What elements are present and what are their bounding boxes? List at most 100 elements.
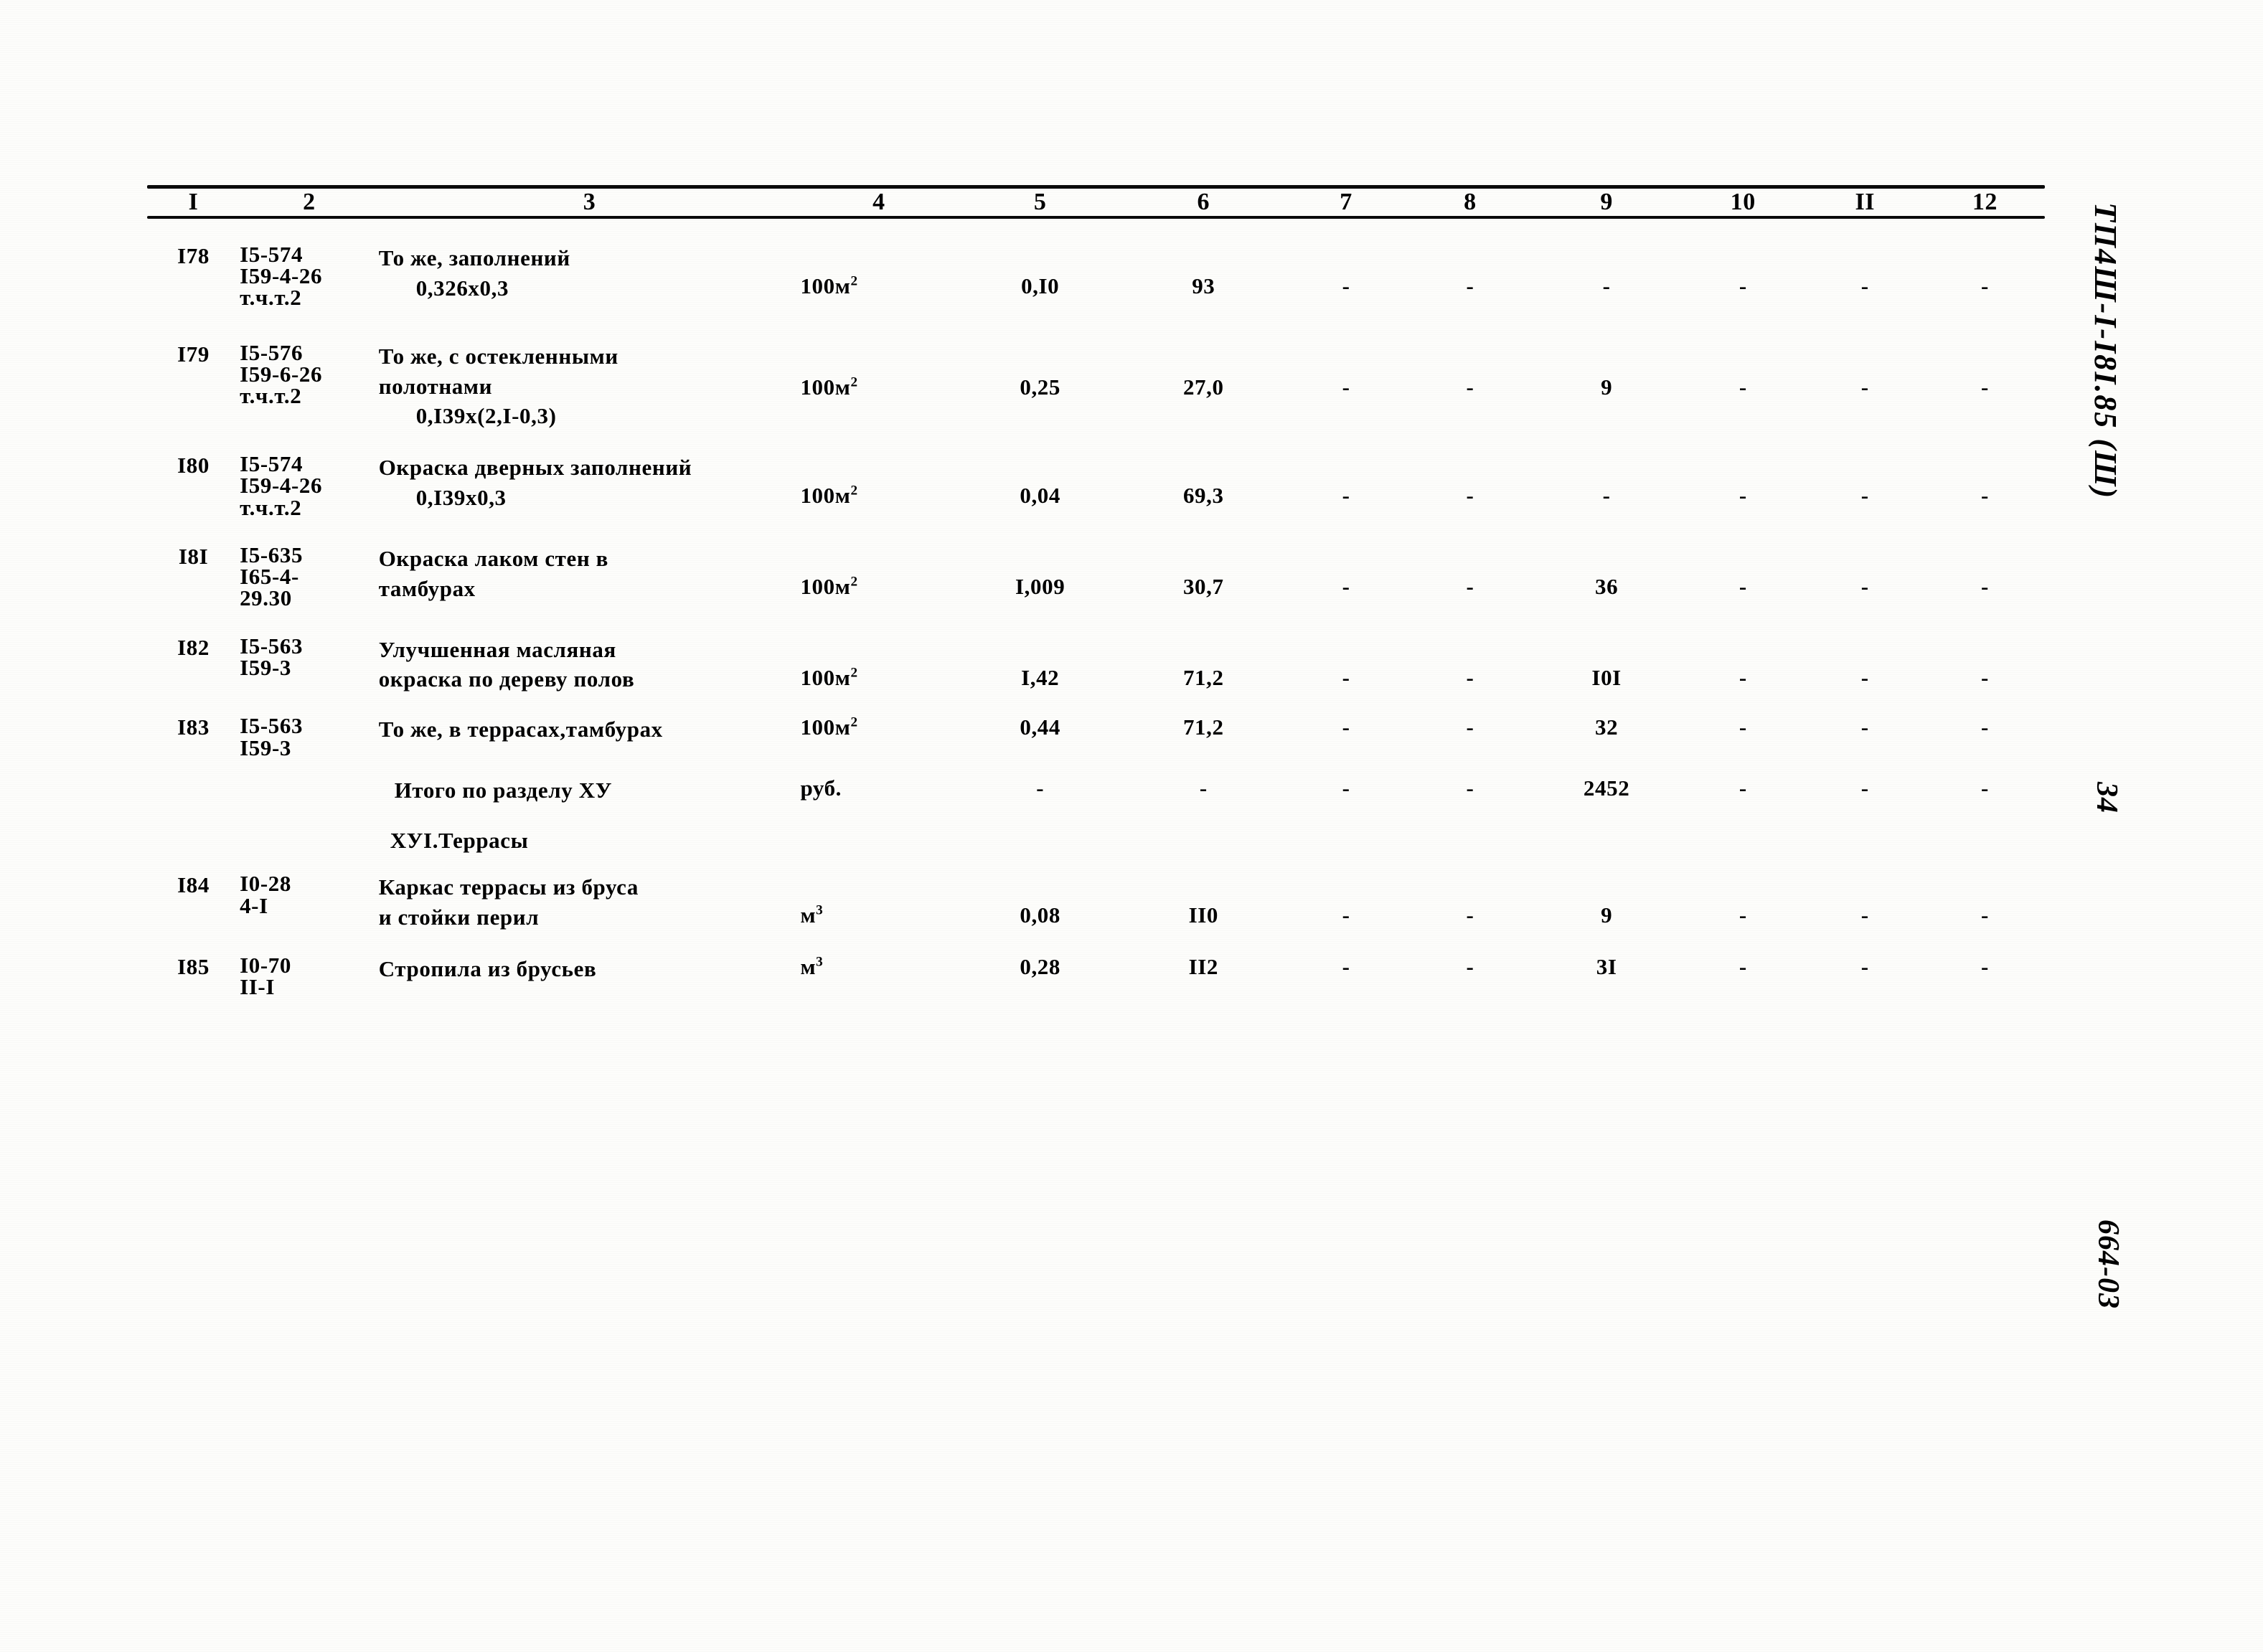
column-header-11: II <box>1855 189 1876 215</box>
description-line: Окраска лаком стен в <box>378 545 609 571</box>
description-line: и стойки перил <box>378 905 540 930</box>
cell-col-8: - <box>1466 954 1474 980</box>
unit-text: 100м <box>800 483 851 509</box>
estimate-table-body: I78 I5-574 I59-4-26 т.ч.т.2 То же, заполнени… <box>147 219 2045 1001</box>
sheet-code-vertical: 664-03 <box>2092 1219 2125 1309</box>
description-line: То же, заполнений <box>378 245 570 270</box>
cell-norm-code: I5-635 I65-4- 29.30 <box>240 543 379 613</box>
table-row: I85 I0-70 II-I Стропила из брусьев м3 0,28 II2… <box>147 953 2045 1000</box>
norm-code-line: 29.30 <box>240 585 292 611</box>
cell-col-11: - <box>1860 714 1869 740</box>
cell-norm-code: I5-574 I59-4-26 т.ч.т.2 <box>240 452 379 522</box>
cell-col-7: - <box>1342 483 1350 509</box>
cell-col-5: 0,I0 <box>1021 273 1060 298</box>
cell-col-12: - <box>1980 664 1989 690</box>
cell-section-heading: ХУI.Террасы <box>379 826 801 856</box>
cell-col-7: - <box>1342 273 1350 298</box>
cell-position-number <box>147 826 240 856</box>
cell-col-10: - <box>1739 714 1747 740</box>
page-number-vertical: 34 <box>2090 782 2123 813</box>
cell-col-6: II0 <box>1188 902 1218 928</box>
cell-col-8: - <box>1466 483 1474 509</box>
cell-col-10: - <box>1739 483 1747 509</box>
cell-col-8: - <box>1466 374 1474 400</box>
cell-unit: м3 <box>800 954 957 1000</box>
cell-position-number: I80 <box>177 453 210 478</box>
cell-norm-code: I0-28 4-I <box>240 872 379 933</box>
cell-unit <box>800 826 957 856</box>
cell-description: Стропила из брусьев <box>379 954 801 1000</box>
cell-col-10: - <box>1739 573 1747 599</box>
cell-position-number: I79 <box>177 341 210 367</box>
cell-position-number: I85 <box>177 954 210 980</box>
description-line: окраска по дереву полов <box>378 666 635 692</box>
norm-code-line: т.ч.т.2 <box>240 383 302 409</box>
column-header-5: 5 <box>1033 189 1047 215</box>
description-line: То же, с остекленными <box>378 343 618 369</box>
cell-col-5: I,009 <box>1015 573 1065 599</box>
column-header-10: 10 <box>1730 189 1756 215</box>
cell-col-8: - <box>1466 902 1474 928</box>
cell-unit: 100м2 <box>800 341 957 432</box>
cell-col-12: - <box>1980 374 1989 400</box>
cell-col-7: - <box>1342 374 1350 400</box>
cell-col-7: - <box>1342 664 1350 690</box>
cell-col-10: - <box>1739 775 1747 801</box>
cell-description: Итого по разделу ХУ <box>379 775 801 806</box>
cell-description: То же, заполнений 0,326х0,3 <box>379 243 801 313</box>
cell-col-12: - <box>1980 954 1989 980</box>
cell-norm-code: I0-70 II-I <box>240 953 379 1000</box>
cell-col-9: 2452 <box>1583 775 1630 801</box>
cell-col-5: 0,04 <box>1020 483 1060 509</box>
description-line: Итого по разделу ХУ <box>394 777 613 803</box>
unit-text: 100м <box>800 273 851 298</box>
unit-text: руб. <box>800 775 842 801</box>
description-line: Улучшенная масляная <box>378 636 616 662</box>
unit-exponent: 3 <box>816 954 824 970</box>
cell-position-number: I78 <box>177 243 210 268</box>
cell-unit: м3 <box>800 872 957 933</box>
cell-col-10: - <box>1739 664 1747 690</box>
cell-unit: 100м2 <box>800 453 957 522</box>
table-row: I8I I5-635 I65-4- 29.30 Окраска лаком стен в… <box>147 543 2045 613</box>
cell-col-12 <box>1925 826 2045 856</box>
row-spacer-cell <box>147 806 2045 826</box>
cell-norm-code: I5-574 I59-4-26 т.ч.т.2 <box>240 242 379 313</box>
cell-position-number: I8I <box>178 543 209 569</box>
row-spacer <box>147 613 2045 635</box>
unit-text: м <box>800 902 817 928</box>
cell-col-11: - <box>1860 483 1869 509</box>
cell-norm-code: I5-576 I59-6-26 т.ч.т.2 <box>240 341 379 432</box>
norm-code-line: I59-3 <box>240 654 291 680</box>
description-line: Окраска дверных заполнений <box>378 455 692 481</box>
cell-col-5 <box>957 826 1123 856</box>
cell-unit: руб. <box>800 775 957 806</box>
cell-col-10 <box>1681 826 1805 856</box>
norm-code-line: 4-I <box>240 892 268 918</box>
cell-position-number <box>147 775 240 806</box>
estimate-table: I 2 3 4 5 6 7 8 9 10 II 12 <box>147 189 2045 216</box>
row-spacer-cell <box>147 219 2045 243</box>
cell-col-8 <box>1408 826 1533 856</box>
cell-norm-code: I5-563 I59-3 <box>240 634 379 695</box>
column-header-4: 4 <box>872 189 885 215</box>
cell-unit: 100м2 <box>800 243 957 313</box>
cell-description: То же, с остекленными полотнами 0,I39х(2,I… <box>379 341 801 432</box>
cell-col-6 <box>1123 826 1284 856</box>
description-line: 0,I39х0,3 <box>415 485 507 511</box>
row-spacer-cell <box>147 522 2045 544</box>
cell-col-11: - <box>1860 573 1869 599</box>
cell-col-11: - <box>1860 902 1869 928</box>
column-header-3: 3 <box>583 189 596 215</box>
column-header-9: 9 <box>1600 189 1613 215</box>
cell-col-6: 69,3 <box>1182 483 1224 509</box>
description-line: ХУI.Террасы <box>390 827 529 853</box>
cell-col-9 <box>1532 826 1680 856</box>
cell-col-12: - <box>1980 775 1989 801</box>
cell-col-7: - <box>1342 714 1350 740</box>
norm-code-line: т.ч.т.2 <box>240 285 302 311</box>
cell-col-9: 9 <box>1601 374 1613 400</box>
cell-position-number: I84 <box>177 872 210 898</box>
cell-col-9: 32 <box>1595 714 1619 740</box>
unit-exponent: 2 <box>850 483 858 499</box>
